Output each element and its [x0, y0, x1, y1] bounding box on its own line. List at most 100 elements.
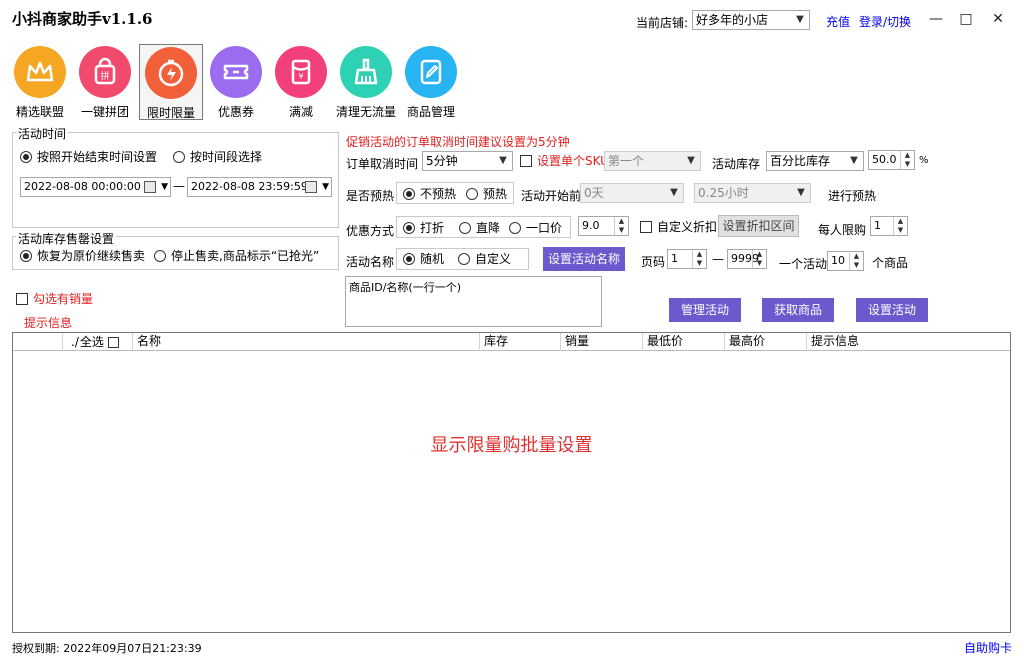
- select-all-label: 全选: [79, 334, 104, 349]
- svg-text:¥: ¥: [298, 72, 303, 81]
- column-name[interactable]: 名称: [133, 333, 480, 351]
- cancel-time-select[interactable]: 5分钟 ▼: [422, 151, 513, 171]
- page-range-dash: —: [712, 252, 724, 266]
- timer-lightning-icon: [145, 47, 197, 99]
- per-person-limit-stepper[interactable]: 1 ▲ ▼: [870, 216, 908, 236]
- nav-label: 满减: [288, 105, 313, 119]
- nav-label: 一键拼团: [80, 105, 129, 119]
- fetch-products-button[interactable]: 获取商品: [762, 298, 834, 322]
- column-max-price[interactable]: 最高价: [725, 333, 807, 351]
- nav-label: 商品管理: [406, 105, 455, 119]
- radio-random-name[interactable]: 随机: [403, 252, 444, 266]
- activity-time-title: 活动时间: [16, 125, 69, 142]
- column-stock[interactable]: 库存: [480, 333, 561, 351]
- check-mark-icon: ./: [71, 334, 79, 349]
- stepper-arrows-icon: ▲ ▼: [614, 217, 628, 235]
- discount-range-button[interactable]: 设置折扣区间: [718, 215, 799, 237]
- set-activity-button[interactable]: 设置活动: [856, 298, 928, 322]
- page-to-stepper[interactable]: 9999 ▲ ▼: [727, 249, 767, 269]
- radio-custom-name[interactable]: 自定义: [458, 252, 511, 266]
- start-datetime-picker[interactable]: 2022-08-08 00:00:00 ▼: [20, 177, 171, 197]
- preheat-days-select[interactable]: 0天 ▼: [580, 183, 684, 203]
- page-from-stepper[interactable]: 1 ▲ ▼: [667, 249, 707, 269]
- coupon-icon: [210, 46, 262, 98]
- manage-activity-button[interactable]: 管理活动: [669, 298, 741, 322]
- column-hint[interactable]: 提示信息: [807, 333, 1010, 351]
- login-switch-link[interactable]: 登录/切换: [859, 13, 911, 30]
- grid-placeholder-message: 显示限量购批量设置: [430, 435, 593, 456]
- radio-start-end-time[interactable]: 按照开始结束时间设置: [20, 150, 157, 164]
- nav-label: 清理无流量: [335, 105, 396, 119]
- store-select[interactable]: 好多年的小店 ▼: [692, 10, 810, 30]
- store-label: 当前店铺:: [636, 16, 689, 30]
- stepper-arrows-icon: ▲ ▼: [692, 250, 706, 268]
- chevron-down-icon: ▼: [499, 155, 507, 166]
- date-range-dash: —: [173, 179, 185, 193]
- crown-icon: [14, 46, 66, 98]
- nav-flash-sale[interactable]: 限时限量: [139, 44, 203, 120]
- column-min-price[interactable]: 最低价: [643, 333, 725, 351]
- select-all-column[interactable]: ./全选: [63, 333, 133, 351]
- radio-preheat[interactable]: 预热: [466, 187, 507, 201]
- page-number-label: 页码: [641, 255, 666, 269]
- cancel-time-warning: 促销活动的订单取消时间建议设置为5分钟: [346, 135, 570, 149]
- nav-label: 精选联盟: [15, 105, 64, 119]
- per-activity-unit: 个商品: [872, 256, 909, 270]
- chevron-down-icon: ▼: [670, 187, 678, 198]
- discount-method-label: 优惠方式: [346, 224, 395, 238]
- preheat-hours-select[interactable]: 0.25小时 ▼: [694, 183, 811, 203]
- edit-icon: [405, 46, 457, 98]
- radio-stop-selling[interactable]: 停止售卖,商品标示“已抢光”: [154, 249, 319, 263]
- radio-no-preheat[interactable]: 不预热: [403, 187, 456, 201]
- shopping-bag-icon: 拼: [79, 46, 131, 98]
- per-activity-count-stepper[interactable]: 10 ▲ ▼: [827, 251, 864, 271]
- radio-direct-reduction[interactable]: 直降: [459, 221, 500, 235]
- red-envelope-icon: ¥: [275, 46, 327, 98]
- nav-coupon[interactable]: 优惠券: [204, 44, 268, 120]
- license-expiry: 授权到期: 2022年09月07日21:23:39: [12, 642, 202, 655]
- nav-clean-no-traffic[interactable]: 清理无流量: [334, 44, 398, 120]
- nav-selected-alliance[interactable]: 精选联盟: [8, 44, 72, 120]
- nav-group-buy[interactable]: 拼 一键拼团: [73, 44, 137, 120]
- calendar-icon: [305, 181, 317, 193]
- stepper-arrows-icon: ▲ ▼: [752, 250, 766, 268]
- column-sales[interactable]: 销量: [561, 333, 643, 351]
- nav-product-management[interactable]: 商品管理: [399, 44, 463, 120]
- activity-name-label: 活动名称: [346, 255, 395, 269]
- cancel-time-label: 订单取消时间: [346, 157, 419, 171]
- radio-discount[interactable]: 打折: [403, 221, 444, 235]
- sku-select[interactable]: 第一个 ▼: [604, 151, 701, 171]
- activity-stock-select[interactable]: 百分比库存 ▼: [766, 151, 864, 171]
- nav-full-reduction[interactable]: ¥ 满减: [269, 44, 333, 120]
- stepper-arrows-icon: ▲ ▼: [893, 217, 907, 235]
- chevron-down-icon: ▼: [796, 14, 804, 25]
- custom-discount-checkbox[interactable]: 自定义折扣: [640, 220, 717, 234]
- close-button[interactable]: ✕: [987, 8, 1009, 30]
- select-all-checkbox[interactable]: [107, 336, 119, 348]
- product-id-textarea[interactable]: 商品ID/名称(一行一个): [345, 276, 602, 327]
- svg-text:拼: 拼: [100, 70, 109, 82]
- app-title: 小抖商家助手v1.1.6: [12, 10, 153, 28]
- stock-sellout-title: 活动库存售罄设置: [16, 230, 117, 247]
- radio-fixed-price[interactable]: 一口价: [509, 221, 562, 235]
- buy-card-link[interactable]: 自助购卡: [964, 639, 1012, 656]
- row-header-col: [13, 333, 63, 351]
- minimize-button[interactable]: —: [925, 8, 947, 30]
- maximize-button[interactable]: □: [955, 8, 977, 30]
- recharge-link[interactable]: 充值: [826, 13, 850, 30]
- broom-icon: [340, 46, 392, 98]
- product-grid[interactable]: ./全选 名称 库存 销量 最低价 最高价 提示信息 显示限量购批量设置: [12, 332, 1011, 633]
- end-datetime-picker[interactable]: 2022-08-08 23:59:59 ▼: [187, 177, 332, 197]
- per-person-limit-label: 每人限购: [818, 223, 867, 237]
- chevron-down-icon: ▼: [850, 155, 858, 166]
- discount-value-stepper[interactable]: 9.0 ▲ ▼: [578, 216, 629, 236]
- radio-resume-original-price[interactable]: 恢复为原价继续售卖: [20, 249, 145, 263]
- has-sales-checkbox[interactable]: 勾选有销量: [16, 292, 93, 306]
- per-activity-label: 一个活动: [779, 257, 828, 271]
- preheat-label: 是否预热: [346, 189, 395, 203]
- nav-label: 限时限量: [146, 106, 195, 120]
- single-sku-checkbox[interactable]: 设置单个SKU: [520, 154, 609, 168]
- stock-percent-stepper[interactable]: 50.0 ▲ ▼: [868, 150, 915, 170]
- radio-time-period[interactable]: 按时间段选择: [173, 150, 262, 164]
- set-activity-name-button[interactable]: 设置活动名称: [543, 247, 625, 271]
